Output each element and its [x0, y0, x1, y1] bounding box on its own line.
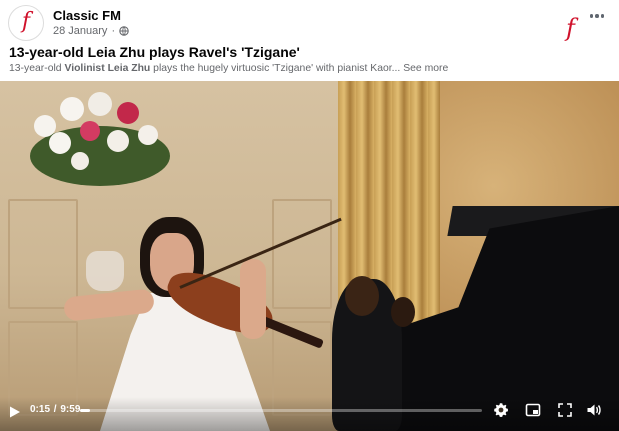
see-more-link[interactable]: See more [403, 63, 448, 74]
post-date[interactable]: 28 January [53, 25, 107, 37]
post-title: 13-year-old Leia Zhu plays Ravel's 'Tzig… [9, 44, 300, 60]
picture-in-picture-icon[interactable] [525, 402, 541, 418]
flower-bouquet [30, 92, 170, 186]
description-bold: Violinist Leia Zhu [64, 63, 151, 74]
fullscreen-icon[interactable] [557, 402, 573, 418]
post-meta: 28 January · [53, 25, 129, 37]
settings-gear-icon[interactable] [493, 402, 509, 418]
classic-fm-logo-icon: f [21, 9, 31, 34]
volume-icon[interactable] [586, 402, 602, 418]
globe-icon [119, 26, 129, 36]
watermark-word: CLASSIC [463, 17, 566, 38]
page-avatar[interactable]: f [8, 5, 44, 41]
pianist-head [345, 276, 379, 316]
watermark-m: M [575, 17, 596, 38]
meta-separator: · [111, 25, 116, 37]
post-description: 13-year-old Violinist Leia Zhu plays the… [9, 63, 448, 74]
violinist-bow-arm [240, 259, 266, 339]
classic-fm-watermark: CLASSIC f M [463, 14, 596, 42]
watermark-f-logo: f [566, 14, 575, 42]
video-duration: 9:59 [60, 404, 81, 415]
progress-fill [80, 409, 91, 412]
progress-bar[interactable] [80, 409, 482, 412]
flower-vase [86, 251, 124, 291]
playback-time: 0:15 / 9:59 [30, 404, 80, 415]
page-turner-head [391, 297, 415, 327]
description-rest: plays the hugely virtuosic 'Tzigane' wit… [150, 63, 401, 74]
video-post: f Classic FM 28 January · 13-year-old Le… [0, 0, 619, 431]
video-player[interactable] [0, 81, 619, 431]
page-name-link[interactable]: Classic FM [53, 8, 121, 23]
current-time: 0:15 [30, 404, 51, 415]
description-prefix: 13-year-old [9, 63, 65, 74]
play-icon[interactable] [8, 405, 22, 419]
wall-panel [8, 199, 78, 309]
wall-panel [272, 199, 332, 309]
time-separator: / [53, 404, 57, 415]
more-dot [600, 14, 605, 18]
